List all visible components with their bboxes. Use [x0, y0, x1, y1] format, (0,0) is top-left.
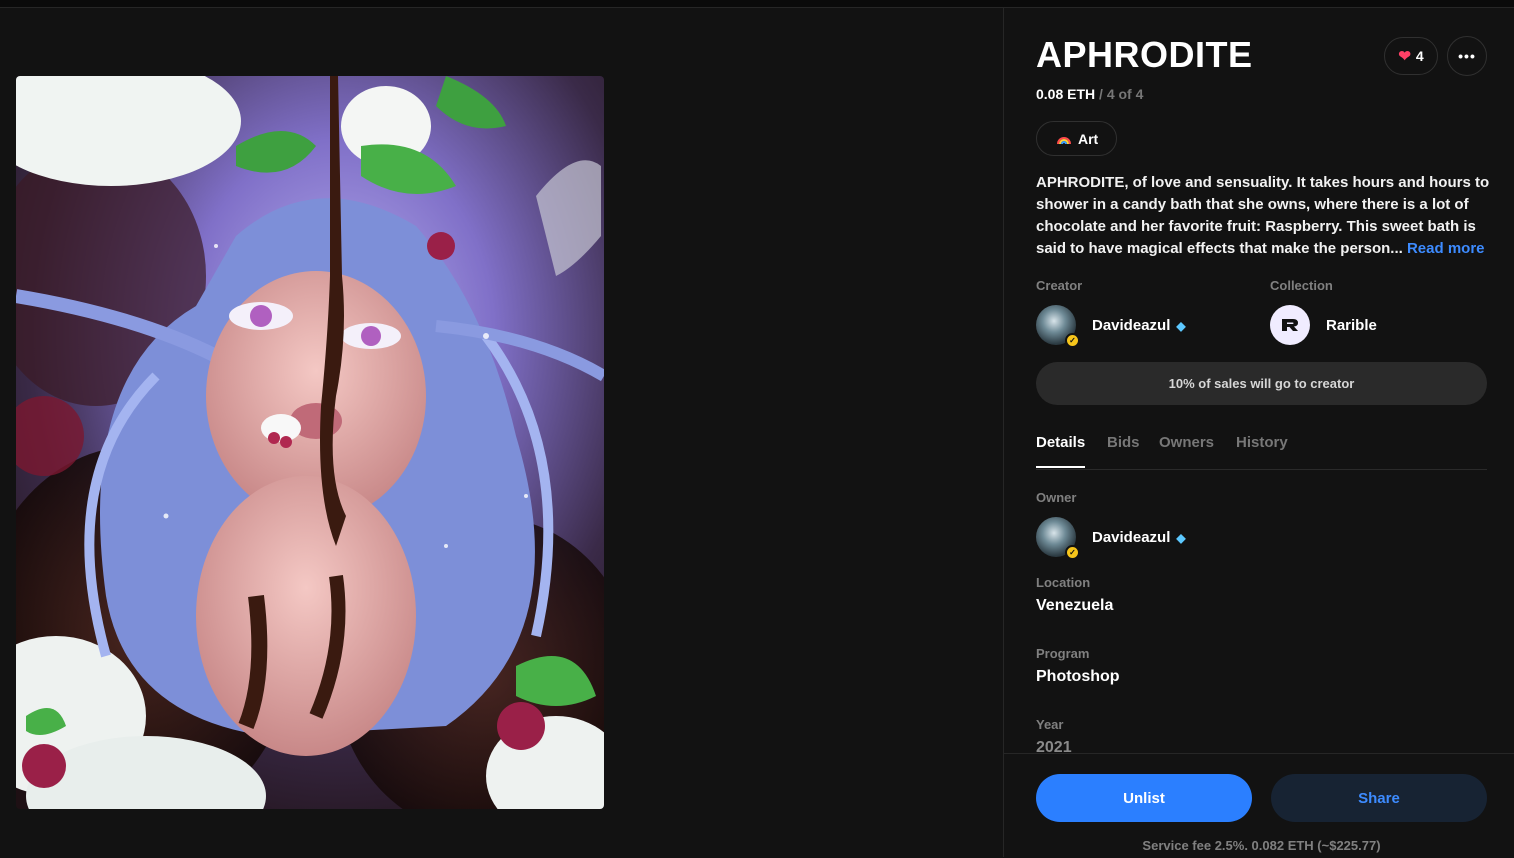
- active-tab-indicator: [1036, 466, 1085, 468]
- program-value: Photoshop: [1036, 668, 1120, 685]
- more-options-button[interactable]: •••: [1447, 36, 1487, 76]
- share-button[interactable]: Share: [1271, 774, 1487, 822]
- program-label: Program: [1036, 646, 1090, 661]
- verified-check-icon: ✓: [1065, 545, 1080, 560]
- detail-tabs: Details Bids Owners History: [1036, 430, 1487, 470]
- collection-profile[interactable]: Rarible: [1270, 305, 1377, 345]
- unlist-button[interactable]: Unlist: [1036, 774, 1252, 822]
- location-label: Location: [1036, 575, 1091, 590]
- royalty-info: 10% of sales will go to creator: [1036, 362, 1487, 405]
- creator-profile[interactable]: ✓ Davideazul ◆: [1036, 305, 1186, 348]
- artwork-image[interactable]: [16, 76, 604, 809]
- tab-owners[interactable]: Owners: [1159, 434, 1214, 451]
- category-tag-art[interactable]: Art: [1036, 121, 1118, 156]
- avatar: ✓: [1036, 305, 1080, 348]
- edition-count: 4 of 4: [1106, 86, 1144, 102]
- owner-label: Owner: [1036, 490, 1077, 505]
- tab-history[interactable]: History: [1236, 434, 1288, 451]
- page-title: APHRODITE: [1036, 34, 1253, 75]
- tab-bids[interactable]: Bids: [1107, 434, 1140, 451]
- price-line: 0.08 ETH / 4 of 4: [1036, 86, 1143, 102]
- rarible-logo-icon: [1270, 305, 1310, 345]
- description: APHRODITE, of love and sensuality. It ta…: [1036, 172, 1490, 260]
- location-value: Venezuela: [1036, 597, 1114, 614]
- price-separator: /: [1095, 86, 1107, 102]
- service-fee-text: Service fee 2.5%. 0.082 ETH (~$225.77): [1142, 838, 1381, 853]
- diamond-icon: ◆: [1176, 530, 1186, 545]
- diamond-icon: ◆: [1176, 318, 1186, 333]
- creator-name: Davideazul ◆: [1092, 316, 1186, 334]
- rainbow-icon: [1057, 136, 1071, 144]
- creator-label: Creator: [1036, 278, 1083, 293]
- price: 0.08 ETH: [1036, 86, 1096, 102]
- read-more-link[interactable]: Read more: [1407, 240, 1485, 257]
- year-label: Year: [1036, 717, 1064, 732]
- avatar: ✓: [1036, 517, 1080, 560]
- more-icon: •••: [1458, 48, 1476, 64]
- owner-profile[interactable]: ✓ Davideazul ◆: [1036, 517, 1186, 560]
- like-button[interactable]: ❤ 4: [1384, 37, 1438, 75]
- verified-check-icon: ✓: [1065, 333, 1080, 348]
- heart-icon: ❤: [1398, 47, 1411, 65]
- tab-details[interactable]: Details: [1036, 434, 1085, 451]
- tag-label: Art: [1078, 130, 1099, 147]
- collection-name: Rarible: [1326, 316, 1377, 334]
- like-count: 4: [1415, 48, 1424, 64]
- collection-label: Collection: [1270, 278, 1333, 293]
- owner-name: Davideazul ◆: [1092, 528, 1186, 546]
- top-bar: [0, 0, 1514, 8]
